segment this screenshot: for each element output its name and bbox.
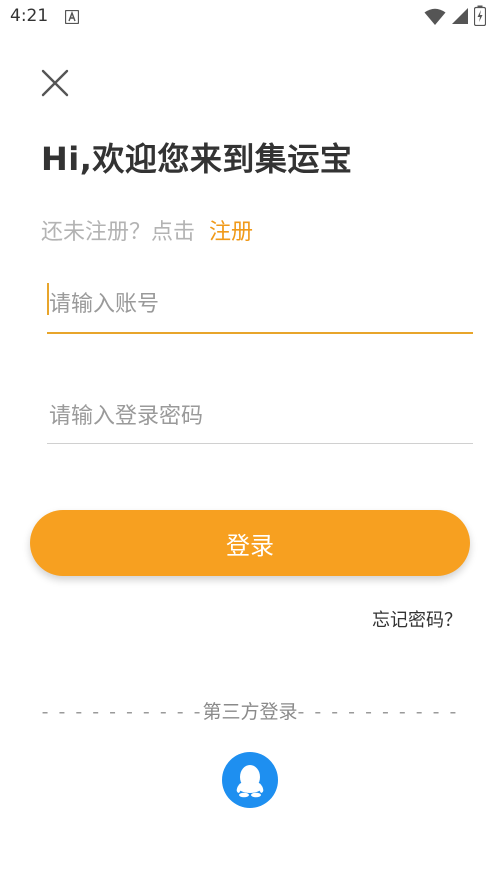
third-party-label: 第三方登录 <box>202 701 298 723</box>
account-input[interactable] <box>47 276 473 332</box>
battery-charging-icon <box>474 5 486 26</box>
text-caret <box>47 283 49 315</box>
forgot-password-link[interactable]: 忘记密码？ <box>372 606 462 632</box>
register-prompt-line: 还未注册？点击 注册 <box>41 214 253 246</box>
qq-icon <box>236 765 264 798</box>
register-prompt: 还未注册？点击 <box>41 220 196 245</box>
divider-dashes-right: - - - - - - - - - - <box>297 701 459 723</box>
login-button[interactable]: 登录 <box>30 510 470 576</box>
notification-a-icon <box>65 10 79 24</box>
wifi-icon <box>424 8 446 25</box>
password-input[interactable] <box>47 390 473 443</box>
status-bar: 4:21 <box>0 0 500 34</box>
signal-icon <box>452 8 468 24</box>
divider-dashes-left: - - - - - - - - - - <box>41 701 203 723</box>
status-time: 4:21 <box>10 6 49 26</box>
account-field <box>47 276 473 334</box>
third-party-divider: - - - - - - - - - -第三方登录- - - - - - - - … <box>0 697 500 724</box>
register-link[interactable]: 注册 <box>209 220 253 245</box>
login-screen: 4:21 Hi,欢迎您来到集运宝 还未注册？点击注册 登录 忘记密码？ - - <box>0 0 500 888</box>
close-icon[interactable] <box>38 66 72 100</box>
page-title: Hi,欢迎您来到集运宝 <box>41 140 353 178</box>
qq-login-button[interactable] <box>222 752 278 808</box>
password-field <box>47 390 473 444</box>
